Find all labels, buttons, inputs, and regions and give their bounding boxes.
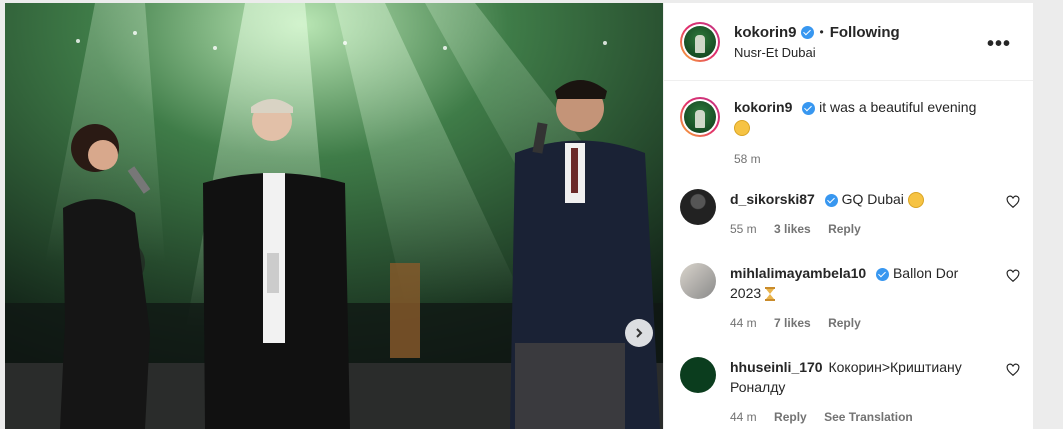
reply-button[interactable]: Reply — [828, 222, 861, 236]
heart-icon[interactable] — [1006, 195, 1020, 209]
comment-text: GQ Dubai — [841, 191, 904, 207]
heart-icon[interactable] — [1006, 363, 1020, 377]
verified-badge-icon — [800, 25, 814, 39]
caption-time[interactable]: 58 m — [734, 152, 761, 166]
commenter-avatar[interactable] — [680, 189, 716, 225]
caption-avatar[interactable] — [680, 97, 720, 137]
author-username[interactable]: kokorin9 — [734, 24, 797, 41]
commenter-avatar[interactable] — [680, 357, 716, 393]
verified-badge-icon — [876, 267, 890, 281]
caption-username[interactable]: kokorin9 — [734, 99, 792, 115]
comment-likes[interactable]: 3 likes — [774, 222, 811, 236]
post-caption: kokorin9 it was a beautiful evening 58 m — [664, 81, 1033, 169]
verified-badge-icon — [802, 101, 816, 115]
commenter-avatar[interactable] — [680, 263, 716, 299]
rofl-emoji-icon — [734, 120, 750, 137]
more-options-icon[interactable]: ••• — [987, 33, 1011, 56]
next-photo-button[interactable] — [625, 319, 653, 347]
caption-text: it was a beautiful evening — [819, 99, 977, 115]
post-header: kokorin9 • Following Nusr-Et Dubai ••• — [664, 3, 1033, 81]
author-avatar[interactable] — [680, 21, 720, 62]
commenter-username[interactable]: d_sikorski87 — [730, 191, 815, 207]
chevron-right-icon — [636, 328, 643, 338]
comment-item: mihlalimayambela10 Ballon Dor 2023 44 m … — [680, 263, 1020, 333]
comment-item: d_sikorski87 GQ Dubai 55 m 3 likes Reply — [680, 189, 1020, 239]
verified-badge-icon — [824, 193, 838, 207]
heart-icon[interactable] — [1006, 269, 1020, 283]
comment-time[interactable]: 55 m — [730, 222, 757, 236]
stage-photo — [5, 3, 663, 429]
comment-item: hhuseinli_170 Кокорин>Криштиану Роналду … — [680, 357, 1020, 427]
hourglass-emoji-icon — [765, 287, 776, 302]
reply-button[interactable]: Reply — [774, 410, 807, 424]
reply-button[interactable]: Reply — [828, 316, 861, 330]
comment-time[interactable]: 44 m — [730, 410, 757, 424]
commenter-username[interactable]: mihlalimayambela10 — [730, 265, 866, 281]
smile-emoji-icon — [907, 192, 924, 209]
commenter-username[interactable]: hhuseinli_170 — [730, 359, 823, 375]
following-button[interactable]: Following — [830, 24, 900, 41]
post-photo[interactable] — [5, 3, 663, 429]
comment-time[interactable]: 44 m — [730, 316, 757, 330]
comment-likes[interactable]: 7 likes — [774, 316, 811, 330]
app-frame: kokorin9 • Following Nusr-Et Dubai ••• k… — [0, 0, 1063, 429]
post-sidebar: kokorin9 • Following Nusr-Et Dubai ••• k… — [663, 3, 1033, 429]
separator-dot: • — [819, 25, 824, 39]
post-location[interactable]: Nusr-Et Dubai — [734, 45, 900, 60]
post-dialog: kokorin9 • Following Nusr-Et Dubai ••• k… — [5, 3, 1033, 429]
see-translation-button[interactable]: See Translation — [824, 410, 913, 424]
